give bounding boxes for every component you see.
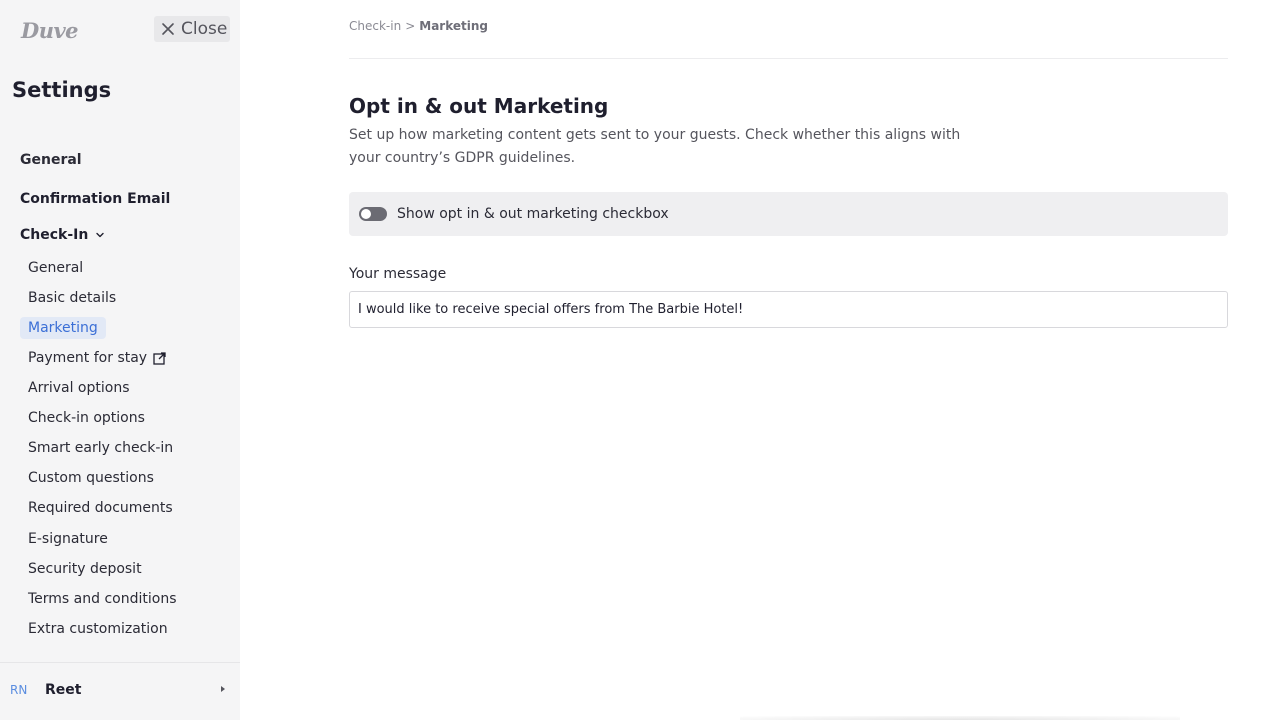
sub-item-label: Custom questions	[28, 470, 154, 486]
sub-item-smart-early-check-in[interactable]: Smart early check-in	[28, 440, 173, 456]
user-menu[interactable]: RN Reet	[0, 676, 240, 704]
sub-item-payment-for-stay[interactable]: Payment for stay	[28, 350, 166, 366]
sub-item-label: General	[28, 260, 84, 276]
sub-item-label: Payment for stay	[28, 350, 148, 366]
chevron-down-icon	[96, 232, 105, 238]
sub-item-extra-customization[interactable]: Extra customization	[28, 621, 168, 637]
breadcrumb-separator: >	[405, 19, 416, 33]
sub-item-label: Marketing	[28, 320, 98, 336]
avatar: RN	[10, 683, 28, 697]
sub-item-label: Required documents	[28, 500, 173, 516]
breadcrumb: Check-in > Marketing	[349, 19, 488, 33]
bottom-shadow	[740, 716, 1180, 720]
header-divider	[349, 58, 1228, 59]
sub-item-label: Security deposit	[28, 561, 142, 577]
close-icon	[162, 23, 174, 35]
close-label: Close	[181, 19, 228, 39]
breadcrumb-parent[interactable]: Check-in	[349, 19, 401, 33]
sub-item-label: Smart early check-in	[28, 440, 174, 456]
settings-title: Settings	[12, 78, 112, 102]
duve-logo[interactable]: Duve	[21, 17, 81, 43]
sub-item-arrival-options[interactable]: Arrival options	[28, 380, 130, 396]
sub-item-label: Extra customization	[28, 621, 168, 637]
caret-right-icon	[221, 686, 225, 692]
logo-text: Duve	[21, 17, 79, 43]
sub-item-custom-questions[interactable]: Custom questions	[28, 470, 154, 486]
message-field-label: Your message	[349, 266, 447, 282]
page-title: Opt in & out Marketing	[349, 94, 609, 118]
settings-sidebar: Duve Close Settings General Confirmation…	[0, 0, 240, 720]
sub-item-terms-and-conditions[interactable]: Terms and conditions	[28, 591, 177, 607]
message-input[interactable]	[349, 291, 1228, 328]
toggle-knob	[361, 209, 371, 219]
sub-item-marketing[interactable]: Marketing	[20, 317, 106, 339]
sub-item-label: Arrival options	[28, 380, 130, 396]
sub-item-label: Terms and conditions	[28, 591, 177, 607]
marketing-checkbox-toggle[interactable]	[359, 207, 387, 221]
sub-item-label: E-signature	[28, 531, 108, 547]
sub-item-required-documents[interactable]: Required documents	[28, 500, 173, 516]
sub-item-security-deposit[interactable]: Security deposit	[28, 561, 142, 577]
breadcrumb-current: Marketing	[419, 19, 488, 33]
close-button[interactable]: Close	[154, 16, 230, 42]
page-description: Set up how marketing content gets sent t…	[349, 127, 961, 166]
external-link-icon	[153, 351, 166, 365]
marketing-checkbox-setting: Show opt in & out marketing checkbox	[349, 192, 1228, 236]
user-name: Reet	[45, 682, 82, 698]
nav-check-in[interactable]: Check-In	[20, 227, 106, 243]
nav-confirmation-email[interactable]: Confirmation Email	[20, 191, 170, 207]
sub-item-general[interactable]: General	[28, 260, 83, 276]
sub-item-label: Basic details	[28, 290, 117, 306]
sub-item-basic-details[interactable]: Basic details	[28, 290, 116, 306]
sidebar-divider	[0, 662, 240, 663]
nav-check-in-label: Check-In	[20, 227, 89, 243]
sub-item-label: Check-in options	[28, 410, 145, 426]
toggle-label: Show opt in & out marketing checkbox	[397, 206, 669, 222]
sub-item-e-signature[interactable]: E-signature	[28, 531, 108, 547]
nav-general[interactable]: General	[20, 152, 82, 168]
sub-item-check-in-options[interactable]: Check-in options	[28, 410, 145, 426]
